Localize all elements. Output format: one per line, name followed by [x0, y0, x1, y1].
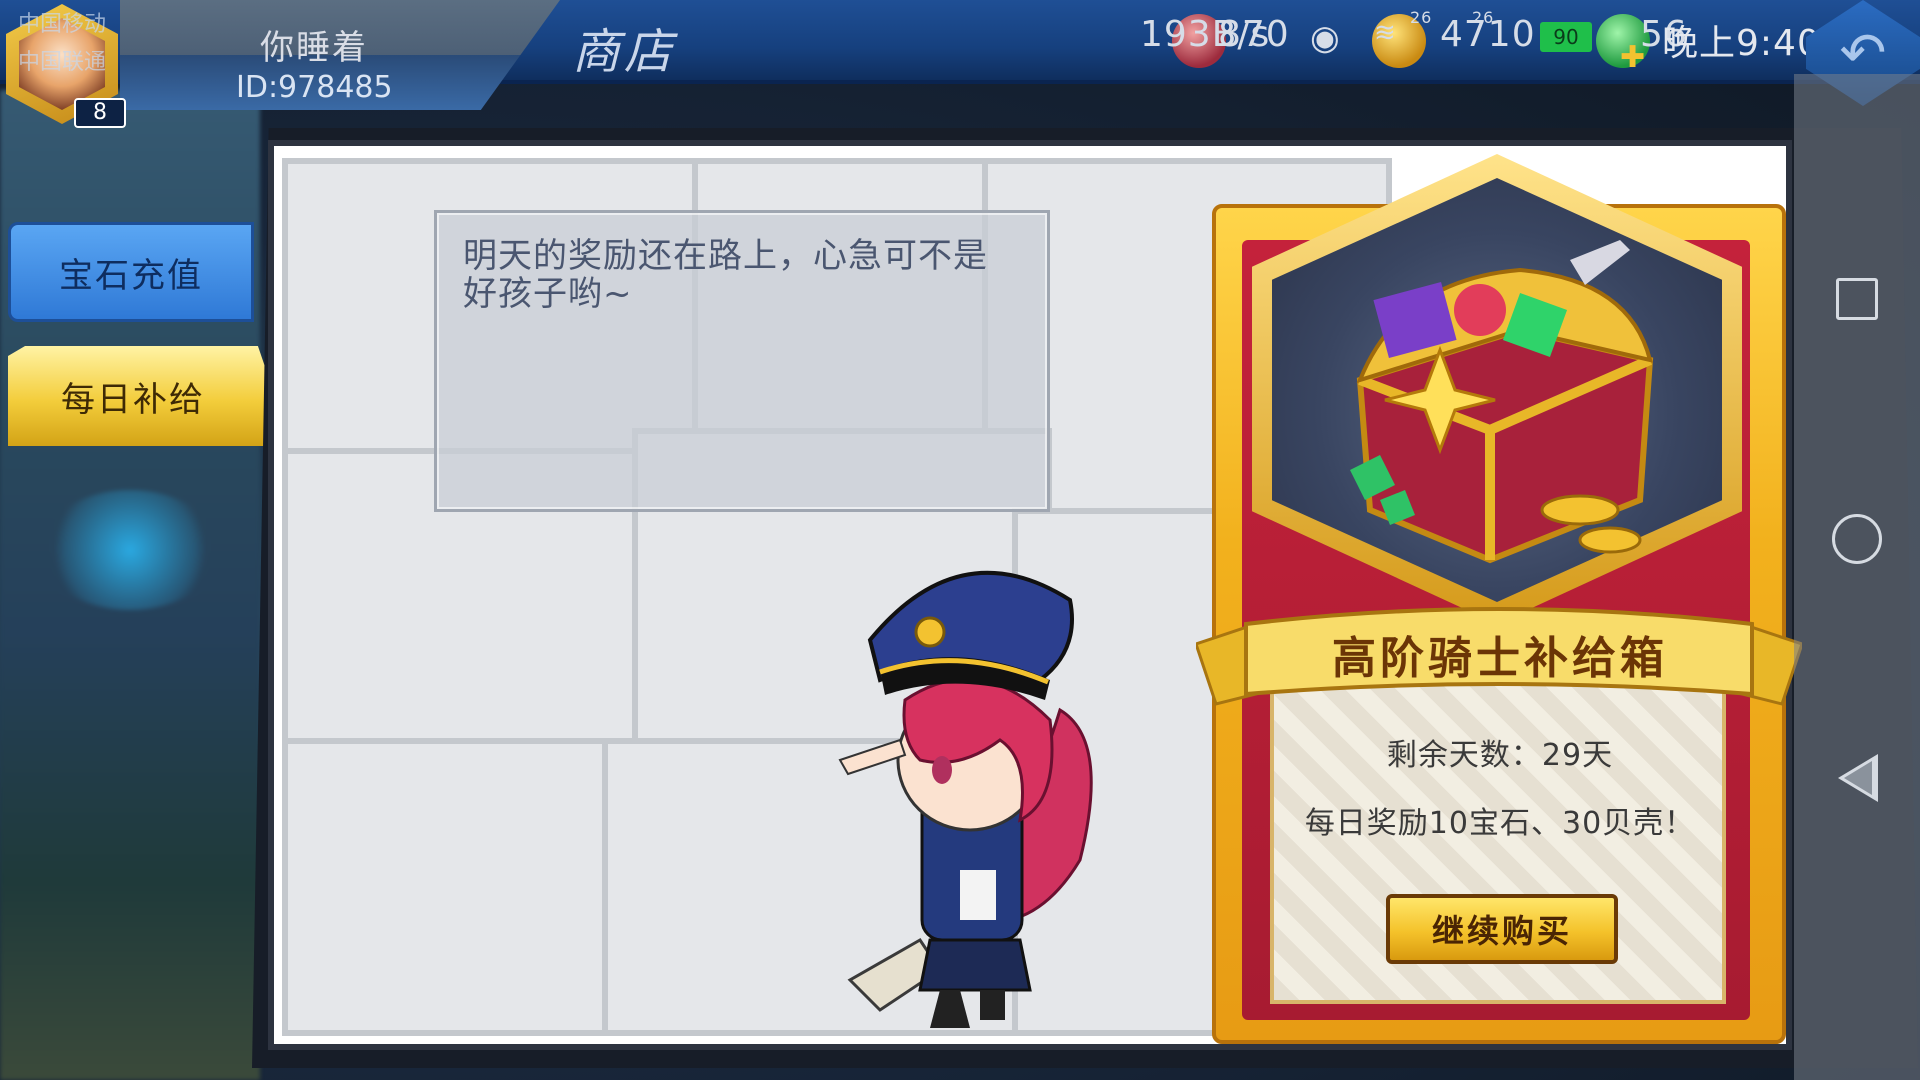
tab-gem-recharge[interactable]: 宝石充值	[8, 222, 254, 322]
officer-character	[838, 570, 1093, 1028]
tab-daily-supply-label: 每日补给	[61, 379, 205, 420]
reward-title: 高阶骑士补给箱	[1332, 633, 1668, 684]
speech-text: 明天的奖励还在路上，心急可不是好孩子哟~	[463, 236, 988, 314]
clock: 晚上9:40	[1662, 23, 1821, 64]
carrier-1: 中国移动	[18, 12, 107, 37]
system-nav-bar	[1794, 74, 1920, 1080]
continue-buy-button[interactable]: 继续购买	[1386, 894, 1618, 964]
battery-indicator: 90	[1540, 22, 1592, 52]
player-level-badge: 8	[74, 98, 126, 128]
continue-buy-label: 继续购买	[1431, 912, 1572, 950]
recent-apps-icon[interactable]	[1836, 278, 1878, 320]
treasure-chest-icon	[1350, 240, 1654, 564]
page-title: 商店	[572, 24, 677, 80]
player-name: 你睡着	[260, 28, 368, 68]
tab-gem-recharge-label: 宝石充值	[59, 255, 203, 296]
add-gems-icon[interactable]: ✚	[1620, 40, 1645, 75]
speech-dialog: 明天的奖励还在路上，心急可不是好孩子哟~	[434, 210, 1050, 512]
tab-daily-supply[interactable]: 每日补给	[8, 346, 292, 446]
signal-1-label: 26	[1410, 8, 1433, 27]
carrier-labels: 中国移动 中国联通	[18, 6, 106, 82]
wifi-icon: ≋	[1374, 18, 1396, 48]
daily-reward-text: 每日奖励10宝石、30贝壳！	[1304, 806, 1696, 841]
signal-2-label: 26	[1472, 8, 1495, 27]
home-icon[interactable]	[1832, 514, 1882, 564]
eye-icon: ◉	[1310, 18, 1340, 58]
remaining-days: 剩余天数：29天	[1386, 738, 1614, 773]
nav-back-icon[interactable]	[1838, 754, 1878, 802]
stamina-value: 870	[1218, 14, 1290, 55]
player-id: ID:978485	[236, 70, 393, 105]
carrier-2: 中国联通	[18, 50, 107, 75]
